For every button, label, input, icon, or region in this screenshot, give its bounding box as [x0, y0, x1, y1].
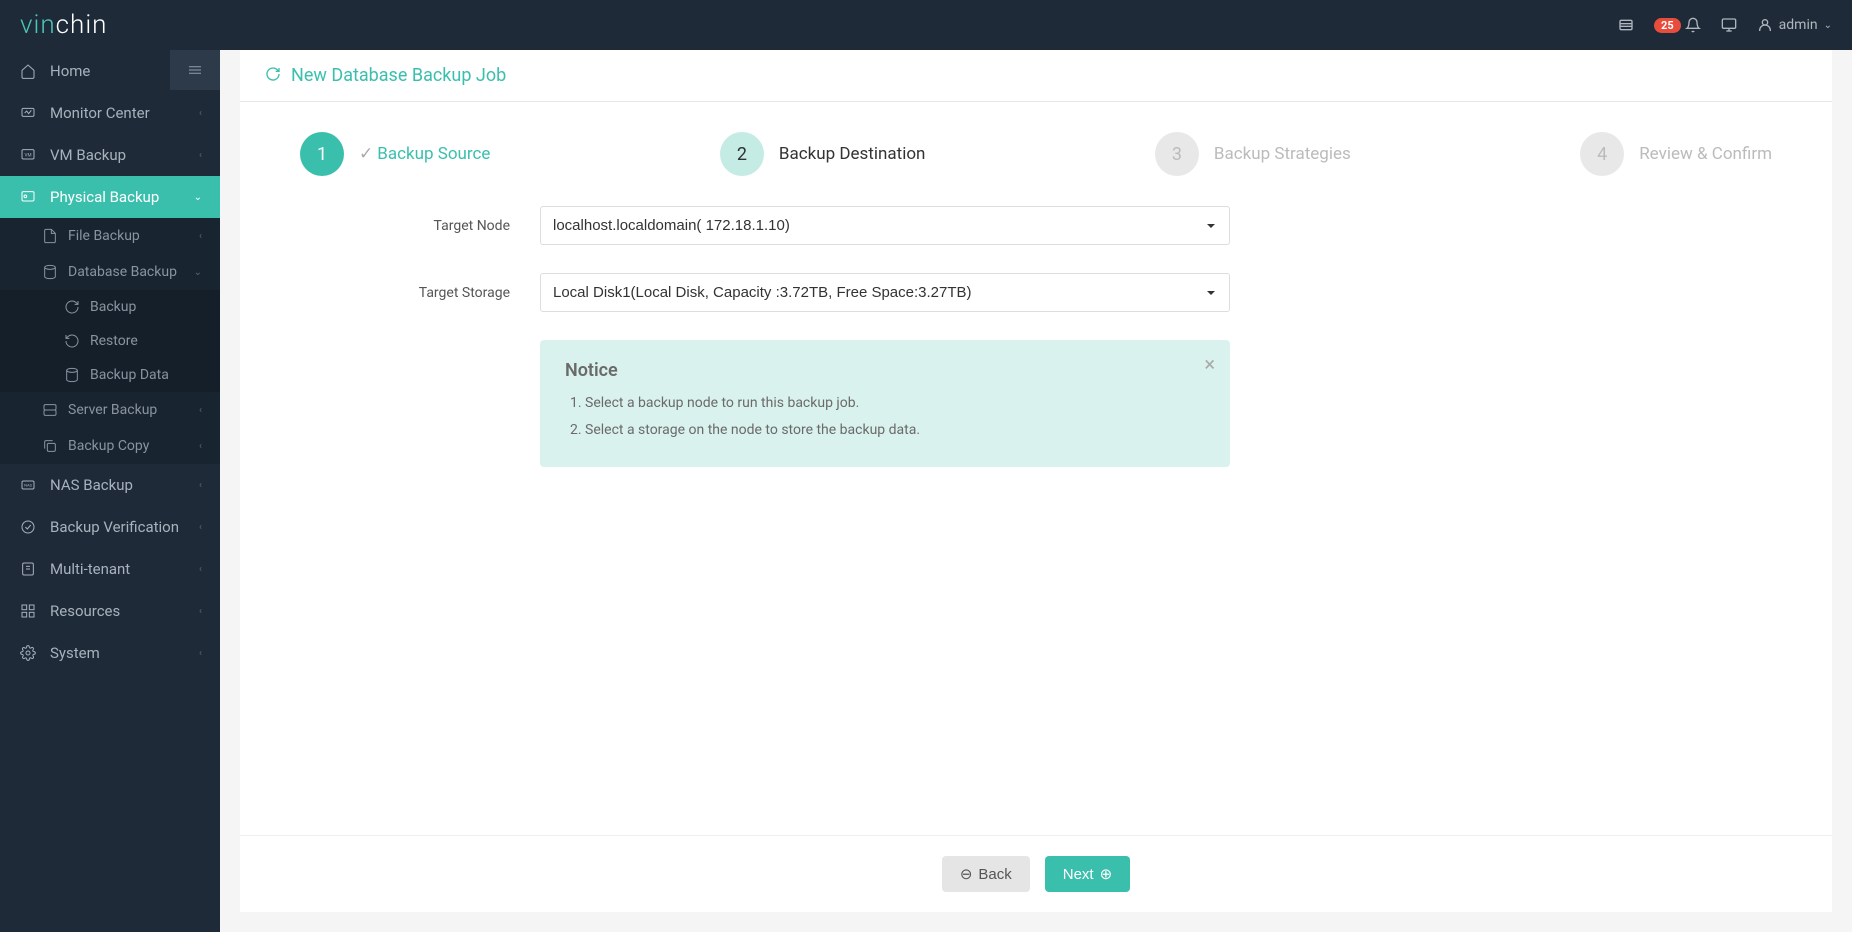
arrow-left-icon: ⊖	[960, 865, 973, 883]
chevron-icon: ‹	[199, 480, 202, 491]
nav-physical-backup[interactable]: Physical Backup ⌄	[0, 176, 220, 218]
refresh-icon	[64, 299, 80, 315]
notice-list: Select a backup node to run this backup …	[585, 393, 1205, 441]
notification-icon[interactable]: 25	[1654, 17, 1701, 33]
verification-icon	[18, 519, 38, 535]
check-icon: ✓	[359, 144, 373, 164]
chevron-down-icon: ⌄	[1824, 20, 1832, 31]
list-icon[interactable]	[1618, 17, 1634, 33]
physical-backup-icon	[18, 189, 38, 205]
nav-nas-backup[interactable]: NAS NAS Backup ‹	[0, 464, 220, 506]
nas-icon: NAS	[18, 477, 38, 493]
nav-system[interactable]: System ‹	[0, 632, 220, 674]
data-icon	[64, 367, 80, 383]
close-icon[interactable]: ×	[1204, 352, 1215, 376]
nav-file-backup[interactable]: File Backup ‹	[0, 218, 220, 254]
nav-home[interactable]: Home	[0, 50, 220, 92]
nav-backup-copy[interactable]: Backup Copy ‹	[0, 428, 220, 464]
nav-backup-data[interactable]: Backup Data	[0, 358, 220, 392]
header-actions: 25 admin ⌄	[1618, 17, 1832, 33]
wizard-steps: 1 ✓Backup Source 2 Backup Destination 3 …	[240, 102, 1832, 206]
resources-icon	[18, 603, 38, 619]
page-header: New Database Backup Job	[240, 50, 1832, 102]
server-icon	[42, 402, 58, 418]
chevron-icon: ‹	[199, 564, 202, 575]
svg-text:VM: VM	[24, 152, 31, 158]
chevron-icon: ‹	[199, 606, 202, 617]
home-icon	[18, 63, 38, 79]
notice-panel: × Notice Select a backup node to run thi…	[540, 340, 1230, 467]
nav-backup-verification[interactable]: Backup Verification ‹	[0, 506, 220, 548]
chevron-icon: ‹	[199, 522, 202, 533]
target-storage-label: Target Storage	[300, 285, 540, 301]
step-backup-destination[interactable]: 2 Backup Destination	[720, 132, 926, 176]
notice-title: Notice	[565, 360, 1205, 381]
notice-item: Select a storage on the node to store th…	[585, 420, 1205, 441]
vm-backup-icon: VM	[18, 147, 38, 163]
file-icon	[42, 228, 58, 244]
step-backup-source[interactable]: 1 ✓Backup Source	[300, 132, 490, 176]
nav-resources[interactable]: Resources ‹	[0, 590, 220, 632]
chevron-icon: ‹	[199, 648, 202, 659]
app-logo: vinchin	[20, 10, 107, 40]
chevron-icon: ‹	[199, 441, 202, 452]
nav-backup[interactable]: Backup	[0, 290, 220, 324]
step-backup-strategies[interactable]: 3 Backup Strategies	[1155, 132, 1351, 176]
nav-database-backup[interactable]: Database Backup ⌄	[0, 254, 220, 290]
target-storage-row: Target Storage Local Disk1(Local Disk, C…	[300, 273, 1772, 312]
nav-restore[interactable]: Restore	[0, 324, 220, 358]
app-header: vinchin 25 admin ⌄	[0, 0, 1852, 50]
chevron-down-icon: ⌄	[194, 267, 202, 278]
chevron-icon: ‹	[199, 231, 202, 242]
wizard-footer: ⊖ Back Next ⊕	[240, 835, 1832, 912]
target-node-select[interactable]: localhost.localdomain( 172.18.1.10)	[540, 206, 1230, 245]
next-button[interactable]: Next ⊕	[1045, 856, 1130, 892]
user-menu[interactable]: admin ⌄	[1757, 17, 1832, 33]
notice-item: Select a backup node to run this backup …	[585, 393, 1205, 414]
nav-monitor-center[interactable]: Monitor Center ‹	[0, 92, 220, 134]
monitor-icon[interactable]	[1721, 17, 1737, 33]
step-review-confirm[interactable]: 4 Review & Confirm	[1580, 132, 1772, 176]
physical-backup-submenu: File Backup ‹ Database Backup ⌄ Backup R…	[0, 218, 220, 464]
notification-badge: 25	[1654, 18, 1681, 33]
nav-server-backup[interactable]: Server Backup ‹	[0, 392, 220, 428]
nav-vm-backup[interactable]: VM VM Backup ‹	[0, 134, 220, 176]
chevron-icon: ‹	[199, 150, 202, 161]
database-icon	[42, 264, 58, 280]
nav-multi-tenant[interactable]: Multi-tenant ‹	[0, 548, 220, 590]
copy-icon	[42, 438, 58, 454]
refresh-icon[interactable]	[265, 66, 281, 86]
chevron-icon: ‹	[199, 108, 202, 119]
target-node-label: Target Node	[300, 218, 540, 234]
page-title: New Database Backup Job	[291, 65, 506, 86]
back-button[interactable]: ⊖ Back	[942, 856, 1030, 892]
chevron-down-icon: ⌄	[194, 192, 202, 203]
sidebar: Home Monitor Center ‹ VM VM Backup ‹ Phy…	[0, 50, 220, 932]
arrow-right-icon: ⊕	[1100, 865, 1113, 883]
form-area: Target Node localhost.localdomain( 172.1…	[240, 206, 1832, 835]
username-label: admin	[1779, 17, 1818, 33]
monitor-center-icon	[18, 105, 38, 121]
target-node-row: Target Node localhost.localdomain( 172.1…	[300, 206, 1772, 245]
chevron-icon: ‹	[199, 405, 202, 416]
gear-icon	[18, 645, 38, 661]
tenant-icon	[18, 561, 38, 577]
target-storage-select[interactable]: Local Disk1(Local Disk, Capacity :3.72TB…	[540, 273, 1230, 312]
svg-text:NAS: NAS	[24, 482, 32, 487]
restore-icon	[64, 333, 80, 349]
main-content: New Database Backup Job 1 ✓Backup Source…	[240, 50, 1832, 912]
